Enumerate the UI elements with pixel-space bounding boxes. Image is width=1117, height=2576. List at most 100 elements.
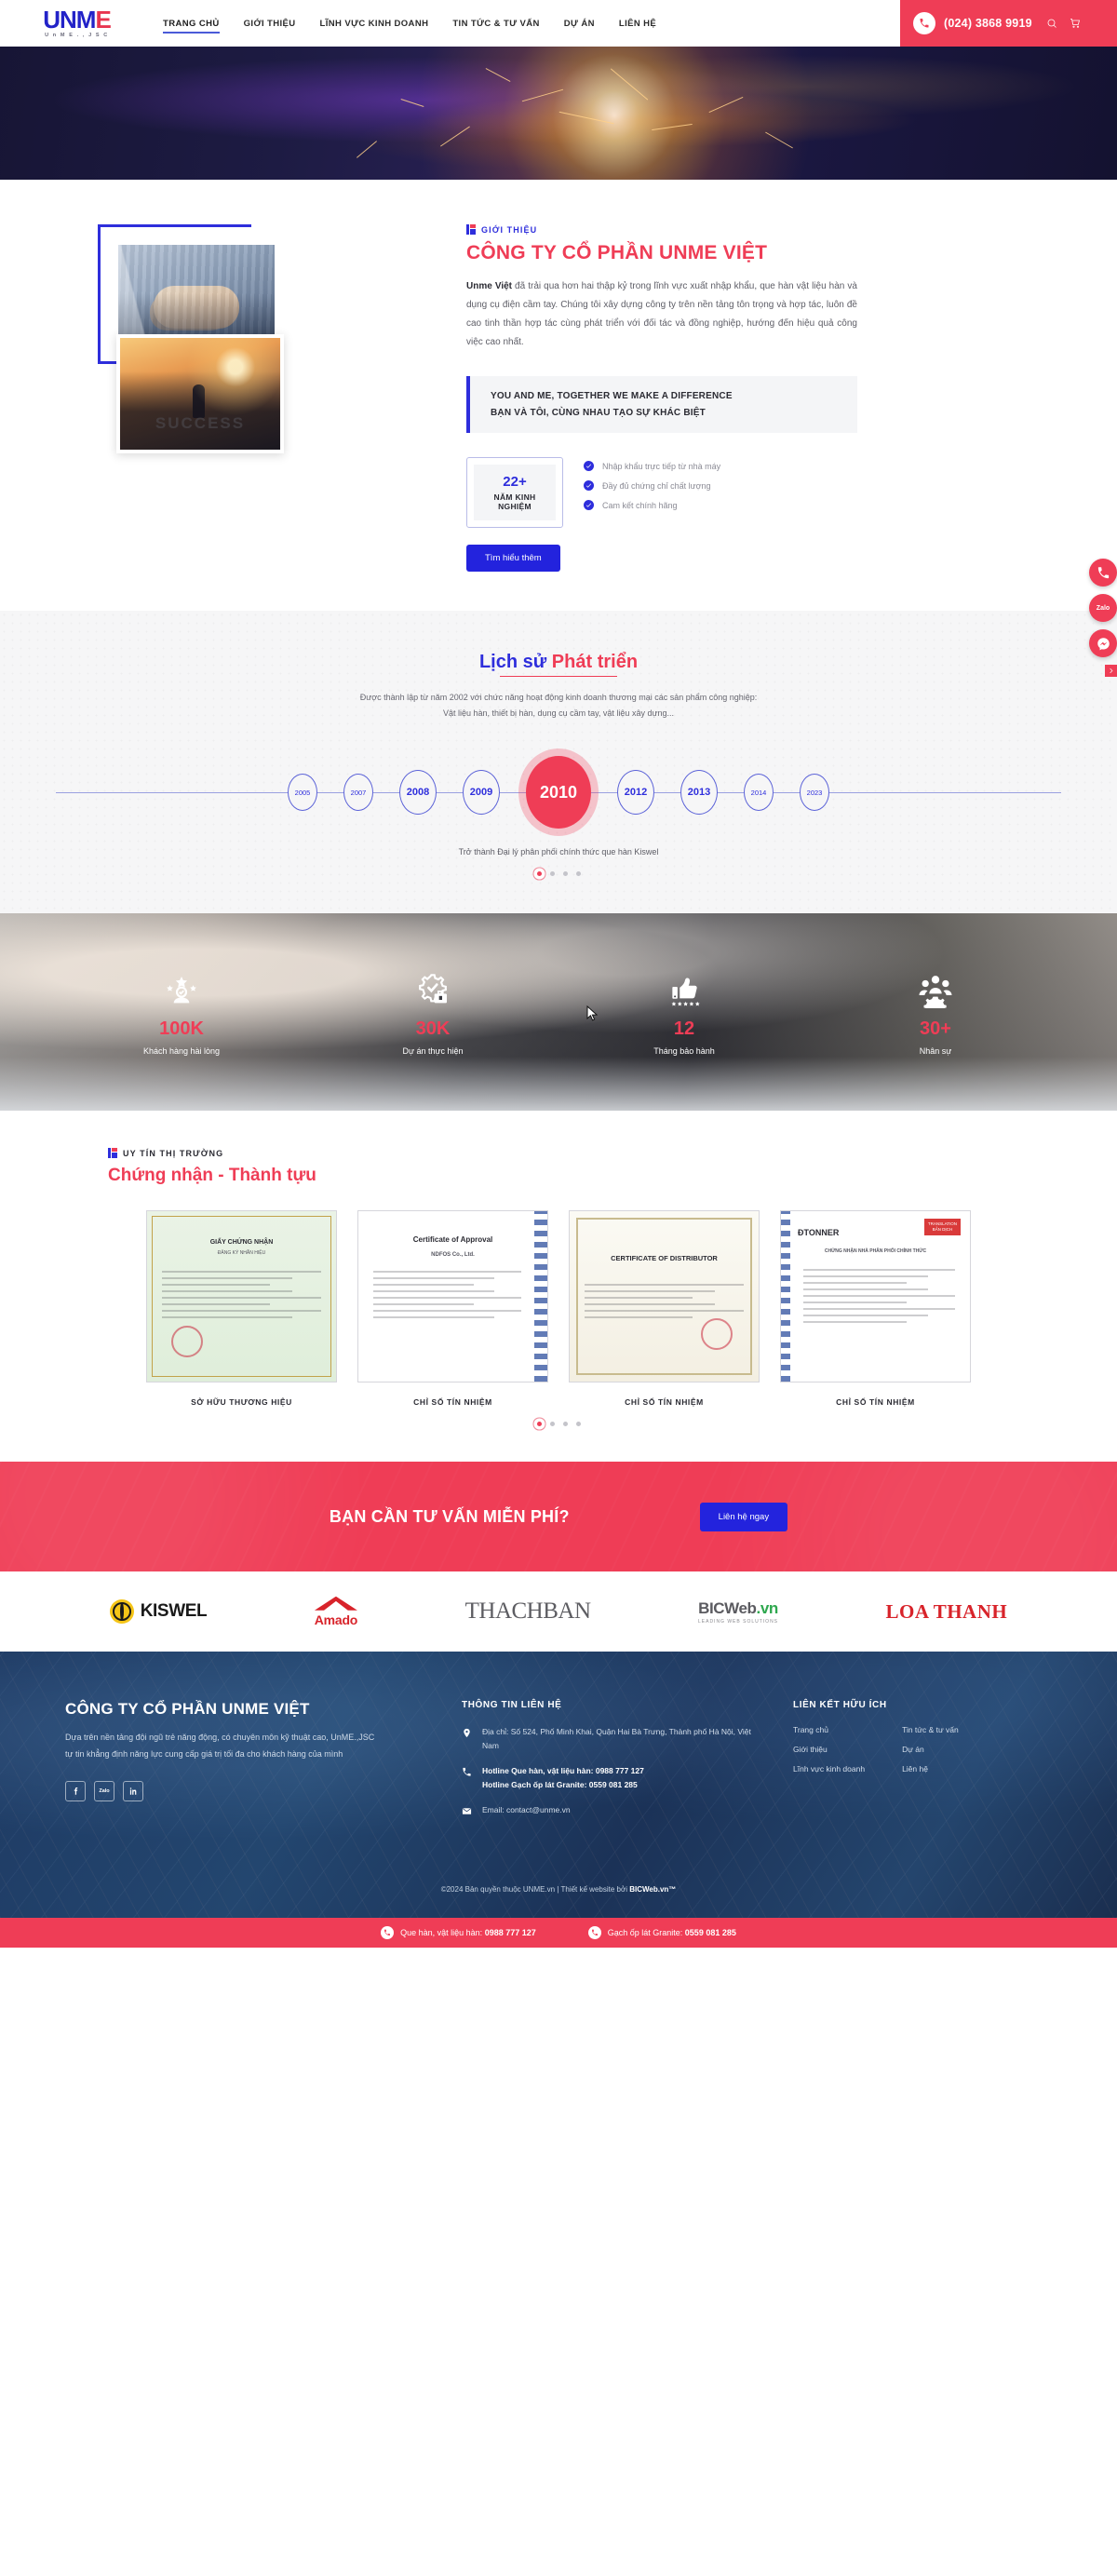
partner-logo-kiswel[interactable]: KISWEL <box>109 1599 208 1625</box>
logo-wordmark: UNME <box>43 6 112 34</box>
roof-icon <box>314 1596 357 1611</box>
globe-icon <box>109 1599 134 1625</box>
certificate-card[interactable]: GIẤY CHỨNG NHẬN ĐĂNG KÝ NHÃN HIỆU SỞ HỮU… <box>146 1210 337 1407</box>
brand-mark-icon <box>466 224 476 235</box>
footer-hotline-1[interactable]: Hotline Que hàn, vật liệu hàn: 0988 777 … <box>482 1766 644 1775</box>
timeline-year-2008[interactable]: 2008 <box>399 770 437 816</box>
nav-item-linh-vuc-kinh-doanh[interactable]: LĨNH VỰC KINH DOANH <box>320 15 429 33</box>
footer-link[interactable]: Tin tức & tư vấn <box>902 1725 959 1734</box>
stat-item: 100K Khách hàng hài lòng <box>56 969 307 1056</box>
timeline-year-2010-active[interactable]: 2010 <box>526 756 591 829</box>
certificate-card[interactable]: TRANSLATION BẢN DỊCH ĐTONNER CHỨNG NHẬN N… <box>780 1210 971 1407</box>
cta-text: BẠN CẦN TƯ VẤN MIỄN PHÍ? <box>329 1506 570 1526</box>
partner-name: BICWeb <box>698 1598 757 1617</box>
copyright-brand[interactable]: BICWeb.vn™ <box>629 1885 676 1894</box>
zalo-icon[interactable]: Zalo <box>94 1781 114 1802</box>
nav-item-gioi-thieu[interactable]: GIỚI THIỆU <box>244 15 296 33</box>
cart-icon[interactable] <box>1070 18 1081 29</box>
partner-logo-loathanh[interactable]: LOA THANH <box>885 1600 1007 1624</box>
nav-item-trang-chu[interactable]: TRANG CHỦ <box>163 15 220 34</box>
footer-link[interactable]: Lĩnh vực kinh doanh <box>793 1764 865 1774</box>
nav-item-tin-tuc[interactable]: TIN TỨC & TƯ VẤN <box>452 15 539 33</box>
timeline-year-2007[interactable]: 2007 <box>343 774 373 812</box>
certs-dot-1[interactable] <box>536 1422 542 1427</box>
timeline-heading: Lịch sử Phát triển <box>479 652 638 677</box>
check-icon <box>584 500 594 510</box>
logo-subtext: U n M E . , J S C <box>45 33 109 39</box>
timeline-year-2005[interactable]: 2005 <box>288 774 317 812</box>
feature-item: Đầy đủ chứng chỉ chất lượng <box>584 480 720 491</box>
timeline-track: 2005 2007 2008 2009 2010 2012 2013 2014 … <box>0 756 1117 829</box>
footer-link[interactable]: Liên hệ <box>902 1764 959 1774</box>
timeline-section: Lịch sử Phát triển Được thành lập từ năm… <box>0 611 1117 914</box>
partner-logo-amado[interactable]: Amado <box>314 1596 357 1627</box>
partner-logo-bicweb[interactable]: BICWeb.vn LEADING WEB SOLUTIONS <box>698 1599 778 1625</box>
phone-icon <box>913 12 935 34</box>
footer-link[interactable]: Dự án <box>902 1745 959 1754</box>
partner-name: KISWEL <box>140 1601 208 1622</box>
envelope-icon <box>462 1803 474 1821</box>
timeline-year-2009[interactable]: 2009 <box>463 770 500 816</box>
certificate-card[interactable]: CERTIFICATE OF DISTRIBUTOR CHỈ SỐ TÍN NH… <box>569 1210 760 1407</box>
certs-dot-3[interactable] <box>562 1422 568 1427</box>
timeline-dot-1[interactable] <box>536 871 542 877</box>
partner-logo-thachban[interactable]: THACHBAN <box>465 1598 591 1625</box>
timeline-dot-4[interactable] <box>575 871 581 877</box>
timeline-year-2023[interactable]: 2023 <box>800 774 829 812</box>
contact-now-button[interactable]: Liên hệ ngay <box>699 1502 788 1531</box>
timeline-caption: Trở thành Đại lý phân phối chính thức qu… <box>458 847 659 857</box>
certificate-card[interactable]: Certificate of Approval NDFOS Co., Ltd. … <box>357 1210 548 1407</box>
quote-vietnamese: BẠN VÀ TÔI, CÙNG NHAU TẠO SỰ KHÁC BIỆT <box>491 407 706 418</box>
floating-phone-button[interactable] <box>1089 559 1117 587</box>
intro-heading: CÔNG TY CỔ PHẦN UNME VIỆT <box>466 242 768 263</box>
stat-number: 30+ <box>920 1018 951 1039</box>
bottom-hotline-item[interactable]: Gạch ốp lát Granite: 0559 081 285 <box>587 1926 736 1940</box>
footer-copyright: ©2024 Bản quyền thuộc UNME.vn | Thiết kế… <box>0 1870 1117 1894</box>
timeline-description: Được thành lập từ năm 2002 với chức năng… <box>0 690 1117 721</box>
certificate-label: CHỈ SỐ TÍN NHIỆM <box>413 1397 492 1408</box>
learn-more-button[interactable]: Tìm hiểu thêm <box>466 545 560 572</box>
timeline-year-2014[interactable]: 2014 <box>744 774 774 812</box>
feature-item: Cam kết chính hãng <box>584 500 720 510</box>
facebook-icon[interactable] <box>65 1781 86 1802</box>
intro-section: SUCCESS GIỚI THIỆU CÔNG TY CỔ PHẦN UNME … <box>0 180 1117 611</box>
linkedin-icon[interactable] <box>123 1781 143 1802</box>
floating-messenger-button[interactable] <box>1089 629 1117 657</box>
certs-dot-2[interactable] <box>549 1422 555 1427</box>
intro-paragraph-body: đã trải qua hơn hai thập kỷ trong lĩnh v… <box>466 281 857 347</box>
logo[interactable]: UNME U n M E . , J S C <box>0 0 154 47</box>
header-phone-number[interactable]: (024) 3868 9919 <box>944 17 1032 30</box>
certificate-subtitle: ĐĂNG KÝ NHÃN HIỆU <box>217 1250 266 1257</box>
partner-suffix: .vn <box>756 1598 779 1617</box>
footer-link[interactable]: Giới thiệu <box>793 1745 865 1754</box>
certificate-label: CHỈ SỐ TÍN NHIỆM <box>836 1397 915 1408</box>
footer-links-col-1: Trang chủ Giới thiệu Lĩnh vực kinh doanh <box>793 1725 865 1784</box>
certificate-subtitle: NDFOS Co., Ltd. <box>431 1252 475 1259</box>
feature-label: Nhập khẩu trực tiếp từ nhà máy <box>602 461 721 471</box>
timeline-dot-3[interactable] <box>562 871 568 877</box>
certs-pagination <box>0 1422 1117 1427</box>
check-icon <box>584 480 594 491</box>
bottom-hotline-item[interactable]: Que hàn, vật liệu hàn: 0988 777 127 <box>381 1926 536 1940</box>
hero-banner: Giới thiệu Trang chủ / Giới thiệu <box>0 47 1117 180</box>
footer-email-row: Email: contact@unme.vn <box>462 1803 769 1821</box>
nav-item-du-an[interactable]: DỰ ÁN <box>564 15 595 33</box>
certs-dot-4[interactable] <box>575 1422 581 1427</box>
footer-email[interactable]: Email: contact@unme.vn <box>482 1803 571 1816</box>
search-icon[interactable] <box>1046 18 1057 29</box>
success-image-caption: SUCCESS <box>155 414 246 432</box>
nav-item-lien-he[interactable]: LIÊN HỆ <box>619 15 656 33</box>
floating-contact-dock: Zalo <box>1089 559 1117 677</box>
stat-item: 30K Dự án thực hiện <box>307 969 558 1056</box>
timeline-year-2012[interactable]: 2012 <box>617 770 654 816</box>
success-image: SUCCESS <box>116 334 284 453</box>
chevron-right-icon[interactable] <box>1105 665 1117 677</box>
footer-hotline-2[interactable]: Hotline Gạch ốp lát Granite: 0559 081 28… <box>482 1780 638 1789</box>
footer-address: Địa chỉ: Số 524, Phố Minh Khai, Quận Hai… <box>482 1727 751 1750</box>
footer-link[interactable]: Trang chủ <box>793 1725 865 1734</box>
certs-eyebrow: UY TÍN THỊ TRƯỜNG <box>108 1148 1117 1159</box>
timeline-dot-2[interactable] <box>549 871 555 877</box>
floating-zalo-button[interactable]: Zalo <box>1089 594 1117 622</box>
timeline-year-2013[interactable]: 2013 <box>680 770 718 816</box>
feature-label: Cam kết chính hãng <box>602 500 678 510</box>
